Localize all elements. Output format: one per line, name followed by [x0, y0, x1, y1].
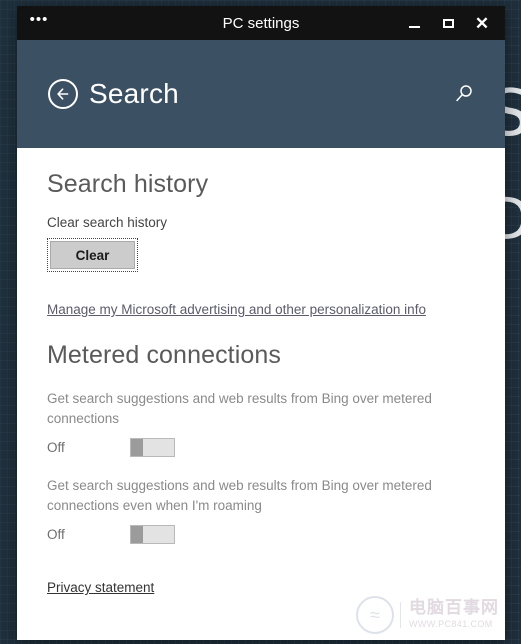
metered-setting-description-2: Get search suggestions and web results f…: [47, 478, 432, 513]
search-history-heading: Search history: [47, 170, 209, 198]
toggle-thumb: [131, 526, 143, 544]
manage-advertising-link[interactable]: Manage my Microsoft advertising and othe…: [47, 302, 426, 317]
window-controls: ✕: [397, 6, 505, 40]
clear-button-focus-ring: Clear: [47, 238, 138, 272]
page-header: Search: [17, 40, 505, 148]
pc-settings-window: ••• PC settings ✕ Search Search history …: [17, 6, 505, 640]
metered-toggle-row-2: Off: [47, 525, 505, 545]
page-title: Search: [89, 78, 179, 109]
metered-toggle-state-1: Off: [47, 440, 65, 456]
watermark-logo-icon: ≈: [356, 596, 394, 634]
maximize-button[interactable]: [431, 6, 465, 40]
close-button[interactable]: ✕: [465, 6, 499, 40]
back-arrow-icon[interactable]: [48, 79, 78, 109]
watermark-text: 电脑百事网 WWW.PC841.COM: [409, 598, 499, 630]
privacy-statement-link[interactable]: Privacy statement: [47, 580, 154, 595]
toggle-thumb: [131, 439, 143, 457]
search-icon[interactable]: [451, 81, 477, 107]
clear-search-history-label: Clear search history: [47, 215, 168, 230]
settings-content: Search history Clear search history Clea…: [17, 148, 505, 640]
metered-toggle-row-1: Off: [47, 438, 505, 458]
titlebar-menu-button[interactable]: •••: [17, 6, 61, 40]
metered-toggle-state-2: Off: [47, 527, 65, 543]
metered-toggle-switch-1[interactable]: [130, 438, 175, 458]
watermark-site-url: WWW.PC841.COM: [409, 619, 493, 630]
clear-button[interactable]: Clear: [50, 241, 135, 269]
maximize-icon: [442, 18, 454, 28]
metered-setting-description-1: Get search suggestions and web results f…: [47, 391, 432, 426]
watermark-site-name: 电脑百事网: [409, 598, 499, 619]
watermark: ≈ 电脑百事网 WWW.PC841.COM: [356, 596, 499, 634]
metered-connections-heading: Metered connections: [47, 341, 281, 369]
minimize-button[interactable]: [397, 6, 431, 40]
watermark-divider: [400, 602, 401, 628]
close-icon: ✕: [474, 13, 490, 33]
window-titlebar: ••• PC settings ✕: [17, 6, 505, 40]
metered-toggle-switch-2[interactable]: [130, 525, 175, 545]
minimize-icon: [408, 25, 420, 28]
